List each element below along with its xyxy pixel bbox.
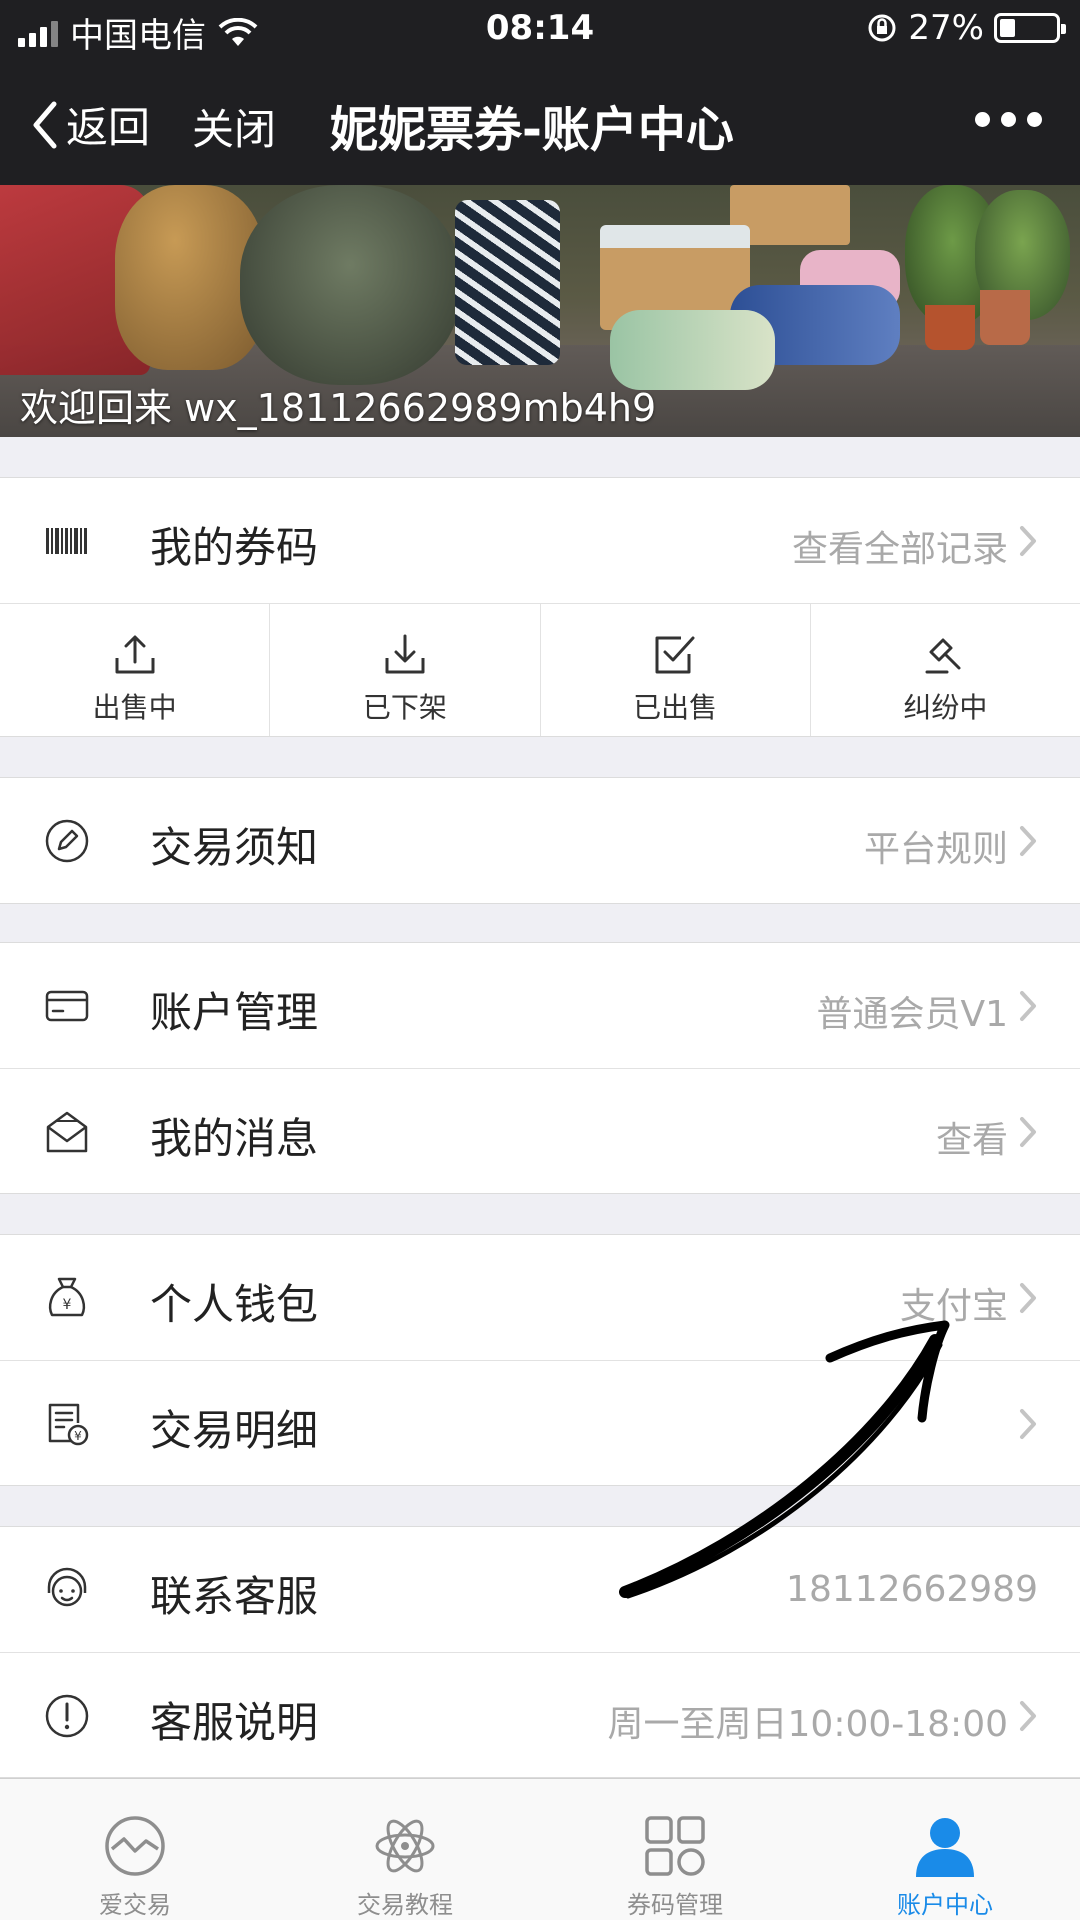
tab-removed[interactable]: 已下架 <box>270 604 541 736</box>
chevron-right-icon <box>1020 826 1036 856</box>
trade-notice-value: 平台规则 <box>863 829 1008 870</box>
tab-label: 交易教程 <box>357 1891 453 1919</box>
tab-trade[interactable]: 爱交易 <box>0 1779 270 1920</box>
svg-text:¥: ¥ <box>63 1297 72 1313</box>
money-bag-icon: ¥ <box>48 1277 86 1317</box>
battery-percent: 27% <box>908 8 984 48</box>
download-icon <box>385 634 425 674</box>
chevron-left-icon <box>33 101 57 148</box>
atom-icon <box>375 1819 435 1873</box>
messages-row[interactable]: 我的消息 查看 <box>0 1068 1080 1193</box>
trade-notice-label: 交易须知 <box>150 823 319 872</box>
chevron-right-icon <box>1020 1117 1036 1147</box>
grid-icon <box>645 1816 705 1876</box>
upload-icon <box>115 635 155 674</box>
more-dots-icon <box>975 112 990 127</box>
support-section: 联系客服 18112662989 客服说明 周一至周日10:00-18:00 <box>0 1526 1080 1778</box>
my-codes-section: 我的券码 查看全部记录 出售中 已下架 已出售 纠纷中 <box>0 477 1080 737</box>
code-status-grid: 出售中 已下架 已出售 纠纷中 <box>0 603 1080 736</box>
messages-label: 我的消息 <box>150 1114 319 1163</box>
tab-label: 账户中心 <box>897 1891 993 1919</box>
battery-icon <box>994 13 1066 43</box>
account-label: 账户管理 <box>150 988 319 1037</box>
service-info-value: 周一至周日10:00-18:00 <box>607 1704 1008 1745</box>
pencil-circle-icon <box>45 819 89 863</box>
wallet-row[interactable]: ¥ 个人钱包 支付宝 <box>0 1235 1080 1360</box>
back-button[interactable]: 返回 <box>30 94 150 155</box>
service-info-label: 客服说明 <box>150 1698 319 1747</box>
tab-label: 已出售 <box>633 691 718 724</box>
tab-on-sale[interactable]: 出售中 <box>0 604 271 736</box>
support-phone[interactable]: 18112662989 <box>786 1569 1038 1610</box>
rotation-lock-icon <box>868 14 896 42</box>
svg-text:¥: ¥ <box>74 1429 82 1443</box>
chevron-right-icon <box>1020 1701 1036 1731</box>
chevron-right-icon <box>1020 526 1036 556</box>
tab-code-manage[interactable]: 券码管理 <box>540 1779 810 1920</box>
tab-label: 券码管理 <box>627 1891 723 1919</box>
page-title: 妮妮票券-账户中心 <box>330 102 734 158</box>
tab-dispute[interactable]: 纠纷中 <box>811 604 1080 736</box>
details-label: 交易明细 <box>150 1406 319 1455</box>
wallet-label: 个人钱包 <box>150 1280 319 1329</box>
trade-notice-row[interactable]: 交易须知 平台规则 <box>0 778 1080 903</box>
close-button[interactable]: 关闭 <box>192 96 276 157</box>
welcome-text: 欢迎回来 wx_18112662989mb4h9 <box>20 386 657 430</box>
bottom-tab-bar: 爱交易 交易教程 券码管理 账户中心 <box>0 1778 1080 1920</box>
chevron-right-icon <box>1020 991 1036 1021</box>
service-info-row[interactable]: 客服说明 周一至周日10:00-18:00 <box>0 1652 1080 1777</box>
mail-icon <box>46 1111 88 1153</box>
chevron-right-icon <box>1020 1283 1036 1313</box>
welcome-banner: 欢迎回来 wx_18112662989mb4h9 <box>0 185 1080 437</box>
trade-icon <box>105 1816 165 1876</box>
chevron-right-icon <box>1020 1409 1036 1439</box>
wallet-value: 支付宝 <box>899 1286 1008 1327</box>
back-label: 返回 <box>66 103 151 152</box>
account-section: 账户管理 普通会员V1 我的消息 查看 <box>0 942 1080 1194</box>
my-codes-value: 查看全部记录 <box>791 529 1008 570</box>
tab-sold[interactable]: 已出售 <box>541 604 811 736</box>
more-button[interactable] <box>975 112 1042 127</box>
gavel-icon <box>925 638 961 674</box>
support-label: 联系客服 <box>150 1572 319 1621</box>
status-bar: 中国电信 08:14 27% <box>0 0 1080 60</box>
tab-label: 爱交易 <box>99 1891 171 1919</box>
trade-notice-section: 交易须知 平台规则 <box>0 777 1080 904</box>
card-icon <box>45 990 89 1022</box>
my-codes-row[interactable]: 我的券码 查看全部记录 <box>0 478 1080 603</box>
tab-label: 已下架 <box>362 691 447 724</box>
nav-bar: 返回 关闭 妮妮票券-账户中心 <box>0 60 1080 185</box>
wallet-section: ¥ 个人钱包 支付宝 ¥ 交易明细 <box>0 1234 1080 1486</box>
headset-icon <box>47 1567 87 1607</box>
my-codes-label: 我的券码 <box>150 523 319 572</box>
info-circle-icon <box>45 1694 89 1738</box>
tab-label: 纠纷中 <box>903 691 988 724</box>
tab-label: 出售中 <box>92 691 177 724</box>
barcode-icon <box>46 528 87 554</box>
receipt-icon: ¥ <box>48 1403 89 1446</box>
checkbox-icon <box>655 636 695 674</box>
user-icon <box>916 1818 974 1877</box>
messages-value: 查看 <box>935 1120 1008 1161</box>
support-row[interactable]: 联系客服 18112662989 <box>0 1527 1080 1652</box>
tab-tutorial[interactable]: 交易教程 <box>270 1779 540 1920</box>
account-value: 普通会员V1 <box>816 994 1008 1035</box>
account-row[interactable]: 账户管理 普通会员V1 <box>0 943 1080 1068</box>
details-row[interactable]: ¥ 交易明细 <box>0 1360 1080 1485</box>
tab-account-center[interactable]: 账户中心 <box>810 1779 1080 1920</box>
